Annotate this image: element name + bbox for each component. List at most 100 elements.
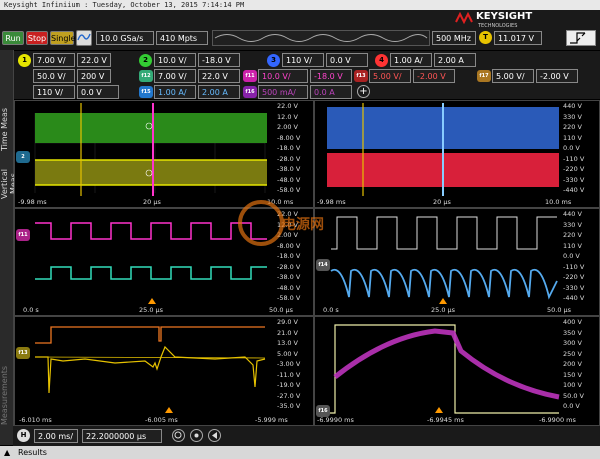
f14-scale[interactable]: 110 V/ <box>33 85 75 99</box>
f13-scale[interactable]: 5.00 V/ <box>369 69 411 83</box>
panel-2-xtick-right: 10.0 ms <box>545 198 572 206</box>
f11-icon[interactable]: f11 <box>243 70 257 82</box>
panel-5-xtick-right: -5.999 ms <box>255 416 288 424</box>
panel-3-xtick-right: 50.0 µs <box>269 306 294 314</box>
f13-offset[interactable]: -2.00 V <box>413 69 455 83</box>
panel-6-xtick-left: -6.9990 ms <box>317 416 354 424</box>
brand-name: KEYSIGHT <box>476 11 533 22</box>
panel-2-xtick-left: -9.98 ms <box>317 198 346 206</box>
results-label: Results <box>18 448 47 457</box>
ch2-scale[interactable]: 10.0 V/ <box>154 53 196 67</box>
f15-icon[interactable]: f15 <box>139 86 153 98</box>
tab-vertical-meas[interactable]: Vertical Meas <box>0 158 18 210</box>
panel-6-xtick-mid: -6.9945 ms <box>427 416 464 424</box>
waveform-panel-2[interactable]: 440 V 330 V 220 V 110 V 0.0 V -110 V -220 V -33… <box>314 100 600 208</box>
timebase-position[interactable]: 22.2000000 µs <box>82 429 162 443</box>
waveform-panel-4[interactable]: f14 440 V 330 V 220 V 110 V 0.0 V -110 V -220 … <box>314 208 600 316</box>
ch3-scale[interactable]: 110 V/ <box>282 53 324 67</box>
channel-3-icon[interactable]: 3 <box>267 54 280 67</box>
memory-depth[interactable]: 410 Mpts <box>156 31 208 45</box>
panel-2-plot <box>327 103 559 196</box>
waveform-panel-6[interactable]: f16 400 V 350 V 300 V 250 V 200 V 150 V 100 V5… <box>314 316 600 426</box>
f17-icon[interactable]: f17 <box>477 70 491 82</box>
panel-4-yaxis: 440 V 330 V 220 V 110 V 0.0 V -110 V -220 V -33… <box>563 210 585 302</box>
f15-scale[interactable]: 1.00 A/ <box>154 85 196 99</box>
f1-offset[interactable]: 200 V <box>77 69 111 83</box>
panel-5-xtick-left: -6.010 ms <box>19 416 52 424</box>
autoscale-icon <box>77 33 91 41</box>
channel-1-icon[interactable]: 1 <box>18 54 31 67</box>
bandwidth[interactable]: 500 MHz <box>432 31 476 45</box>
settings-icon[interactable] <box>190 429 203 442</box>
panel-1-marker: 2 <box>16 151 30 163</box>
panel-1-yaxis: 22.0 V 12.0 V 2.00 V -8.00 V -18.0 V -28.0 V-… <box>277 102 301 194</box>
f16-offset[interactable]: 0.0 A <box>310 85 352 99</box>
ch4-offset[interactable]: 2.00 A <box>434 53 476 67</box>
f12-scale[interactable]: 7.00 V/ <box>154 69 196 83</box>
results-expand-icon[interactable]: ▲ <box>4 446 10 459</box>
timebase-bar: H 2.00 ms/ 22.2000000 µs <box>13 426 600 446</box>
panel-4-xtick-left: 0.0 s <box>323 306 339 314</box>
ch4-scale[interactable]: 1.00 A/ <box>390 53 432 67</box>
f11-offset[interactable]: -18.0 V <box>310 69 352 83</box>
waveform-panel-5[interactable]: f13 29.0 V 21.0 V 13.0 V 5.00 V -3.00 V -11.0… <box>14 316 314 426</box>
panel-5-plot <box>34 326 266 413</box>
overview-wave-icon <box>214 34 428 42</box>
control-header: KEYSIGHT TECHNOLOGIES Run Stop Single 10… <box>0 10 600 50</box>
panel-4-marker: f14 <box>316 259 330 271</box>
f12-icon[interactable]: f12 <box>139 70 153 82</box>
ch1-offset[interactable]: 22.0 V <box>77 53 111 67</box>
f15-offset[interactable]: 2.00 A <box>198 85 240 99</box>
add-channel-icon[interactable]: + <box>357 85 370 98</box>
f16-icon[interactable]: f16 <box>243 86 257 98</box>
navigate-icon[interactable] <box>208 429 221 442</box>
run-button[interactable]: Run <box>2 31 24 45</box>
tab-time-meas[interactable]: Time Meas <box>0 102 13 156</box>
horizontal-icon[interactable]: H <box>17 429 30 442</box>
results-bar[interactable]: ▲ Results <box>0 446 600 459</box>
channel-4-icon[interactable]: 4 <box>375 54 388 67</box>
panel-1-xtick-mid: 20 µs <box>143 198 161 206</box>
channel-2-icon[interactable]: 2 <box>139 54 152 67</box>
panel-1-xtick-left: -9.98 ms <box>18 198 47 206</box>
panel-6-plot <box>329 324 560 414</box>
f14-offset[interactable]: 0.0 V <box>77 85 119 99</box>
waveform-overview[interactable] <box>212 30 430 46</box>
panel-1-plot <box>34 103 267 196</box>
panel-5-yaxis: 29.0 V 21.0 V 13.0 V 5.00 V -3.00 V -11.0 V -1… <box>277 318 301 410</box>
trigger-slope-button[interactable] <box>566 30 596 46</box>
f12-offset[interactable]: 22.0 V <box>198 69 240 83</box>
tab-measurements[interactable]: Measurements <box>0 340 13 450</box>
panel-4-plot <box>330 216 558 304</box>
keysight-logo-icon <box>455 12 473 24</box>
panel-2-xtick-mid: 20 µs <box>433 198 451 206</box>
f11-scale[interactable]: 10.0 V/ <box>258 69 308 83</box>
f1-scale[interactable]: 50.0 V/ <box>33 69 75 83</box>
panel-4-xtick-mid: 25.0 µs <box>431 306 456 314</box>
f13-icon[interactable]: f13 <box>354 70 368 82</box>
waveform-panel-1[interactable]: 2 22.0 V 12.0 V 2.00 V -8.00 V -18.0 V -28.0 … <box>14 100 314 208</box>
autoscale-button[interactable] <box>76 30 92 46</box>
f16-scale[interactable]: 500 mA/ <box>258 85 308 99</box>
ch3-offset[interactable]: 0.0 V <box>326 53 368 67</box>
panel-2-yaxis: 440 V 330 V 220 V 110 V 0.0 V -110 V -220 V -33… <box>563 102 585 194</box>
f17-offset[interactable]: -2.00 V <box>536 69 578 83</box>
trigger-level[interactable]: 11.017 V <box>494 31 542 45</box>
zoom-icon[interactable] <box>172 429 185 442</box>
panel-5-marker: f13 <box>16 347 30 359</box>
timebase-scale[interactable]: 2.00 ms/ <box>34 429 78 443</box>
sample-rate[interactable]: 10.0 GSa/s <box>96 31 154 45</box>
left-tab-strip: Time Meas Vertical Meas Measurements <box>0 50 18 445</box>
ch1-scale[interactable]: 7.00 V/ <box>33 53 75 67</box>
panel-3-xtick-mid: 25.0 µs <box>139 306 164 314</box>
channel-settings: 1 7.00 V/ 22.0 V 2 10.0 V/ -18.0 V 3 110… <box>14 51 600 99</box>
panel-4-xtick-right: 50.0 µs <box>547 306 572 314</box>
panel-3-marker: f11 <box>16 229 30 241</box>
panel-6-xtick-right: -6.9900 ms <box>539 416 576 424</box>
ch2-offset[interactable]: -18.0 V <box>198 53 240 67</box>
stop-button[interactable]: Stop <box>26 31 48 45</box>
single-button[interactable]: Single <box>50 31 76 45</box>
f17-scale[interactable]: 5.00 V/ <box>492 69 534 83</box>
watermark-text: 电源网 <box>282 217 324 233</box>
trigger-icon: T <box>479 31 492 44</box>
